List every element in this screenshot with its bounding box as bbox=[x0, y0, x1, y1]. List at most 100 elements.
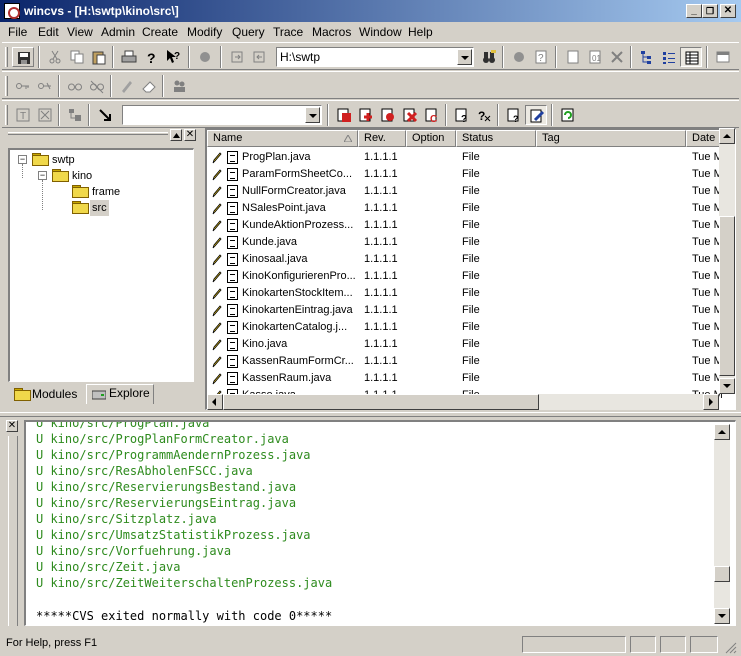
file-row[interactable]: Kino.java 1.1.1.1 File Tue M bbox=[207, 336, 723, 353]
stop-command-button[interactable] bbox=[508, 47, 530, 67]
editors-button[interactable] bbox=[168, 76, 190, 96]
folder-tree[interactable]: − swtp − kino frame src bbox=[8, 148, 194, 382]
menu-window[interactable]: Window bbox=[359, 25, 402, 39]
expand-toggle-kino[interactable]: − bbox=[38, 171, 47, 180]
menu-query[interactable]: Query bbox=[232, 25, 265, 39]
column-header-rev[interactable]: Rev. bbox=[358, 130, 406, 147]
toolbar-grip[interactable] bbox=[5, 76, 8, 96]
file-list[interactable]: Name Rev. Option Status Tag Date ProgPla… bbox=[205, 128, 736, 410]
output-console[interactable]: U kino/src/ProgPlan.java U kino/src/Prog… bbox=[24, 420, 736, 626]
tree-item-swtp[interactable]: swtp bbox=[52, 152, 75, 168]
title-bar[interactable]: wincvs - [H:\swtp\kino\src\] _ ❐ ✕ bbox=[0, 0, 741, 22]
login-button[interactable] bbox=[12, 76, 34, 96]
file-row[interactable]: KinokartenStockItem... 1.1.1.1 File Tue M bbox=[207, 285, 723, 302]
context-help-button[interactable]: ? bbox=[162, 47, 184, 67]
file-row[interactable]: NSalesPoint.java 1.1.1.1 File Tue M bbox=[207, 200, 723, 217]
save-button[interactable] bbox=[12, 47, 34, 67]
toolbar-grip[interactable] bbox=[5, 47, 8, 67]
reload-button[interactable] bbox=[226, 47, 248, 67]
horizontal-splitter[interactable] bbox=[0, 412, 741, 417]
column-header-option[interactable]: Option bbox=[406, 130, 456, 147]
edit-button[interactable] bbox=[116, 76, 138, 96]
scroll-up-button[interactable] bbox=[714, 424, 730, 440]
stop-button[interactable] bbox=[194, 47, 216, 67]
tag-arrow-button[interactable] bbox=[94, 105, 116, 125]
menu-modify[interactable]: Modify bbox=[187, 25, 222, 39]
menu-macros[interactable]: Macros bbox=[312, 25, 351, 39]
file-row[interactable]: Kinosaal.java 1.1.1.1 File Tue M bbox=[207, 251, 723, 268]
watch-on-button[interactable] bbox=[64, 76, 86, 96]
scroll-down-button[interactable] bbox=[719, 378, 735, 394]
tree-view-button[interactable] bbox=[636, 47, 658, 67]
show-unknown-button[interactable]: ? bbox=[451, 105, 473, 125]
file-row[interactable]: KassenRaumFormCr... 1.1.1.1 File Tue M bbox=[207, 353, 723, 370]
remove-button[interactable] bbox=[606, 47, 628, 67]
unedit-button[interactable] bbox=[138, 76, 160, 96]
copy-button[interactable] bbox=[66, 47, 88, 67]
window-button[interactable] bbox=[712, 47, 734, 67]
expand-toggle-swtp[interactable]: − bbox=[18, 155, 27, 164]
scroll-down-button[interactable] bbox=[714, 608, 730, 624]
refresh-button[interactable] bbox=[557, 105, 579, 125]
menu-create[interactable]: Create bbox=[142, 25, 178, 39]
menu-help[interactable]: Help bbox=[408, 25, 433, 39]
restore-button[interactable]: ❐ bbox=[702, 4, 718, 18]
add-binary-button[interactable]: 01 bbox=[584, 47, 606, 67]
pane-grip[interactable] bbox=[8, 132, 168, 135]
tab-explore[interactable]: Explore bbox=[86, 384, 154, 404]
help-button[interactable]: ? bbox=[140, 47, 162, 67]
column-header-name[interactable]: Name bbox=[207, 130, 358, 147]
tree-item-frame[interactable]: frame bbox=[92, 184, 120, 200]
file-row[interactable]: KinokartenEintrag.java 1.1.1.1 File Tue M bbox=[207, 302, 723, 319]
file-row[interactable]: ParamFormSheetCo... 1.1.1.1 File Tue M bbox=[207, 166, 723, 183]
chevron-down-icon[interactable] bbox=[305, 107, 320, 123]
file-row[interactable]: KassenRaum.java 1.1.1.1 File Tue M bbox=[207, 370, 723, 387]
filter-removed-button[interactable] bbox=[399, 105, 421, 125]
browse-location-button[interactable] bbox=[478, 47, 500, 67]
menu-file[interactable]: File bbox=[8, 25, 27, 39]
logout-button[interactable] bbox=[34, 76, 56, 96]
show-missing-button[interactable]: ? bbox=[473, 105, 495, 125]
pane-close-button[interactable]: ✕ bbox=[184, 129, 196, 141]
text-mode-button[interactable]: T bbox=[12, 105, 34, 125]
file-row[interactable]: Kunde.java 1.1.1.1 File Tue M bbox=[207, 234, 723, 251]
list-view-button[interactable] bbox=[658, 47, 680, 67]
pane-maximize-button[interactable] bbox=[170, 129, 182, 141]
watch-off-button[interactable] bbox=[86, 76, 108, 96]
recursive-button[interactable] bbox=[525, 105, 547, 125]
filter-modified-button[interactable] bbox=[333, 105, 355, 125]
menu-edit[interactable]: Edit bbox=[38, 25, 59, 39]
scroll-left-button[interactable] bbox=[207, 394, 223, 410]
file-row[interactable]: KinoKonfigurierenPro... 1.1.1.1 File Tue M bbox=[207, 268, 723, 285]
chevron-down-icon[interactable] bbox=[457, 49, 472, 65]
path-combo[interactable]: H:\swtp bbox=[276, 47, 474, 67]
browse-button[interactable] bbox=[248, 47, 270, 67]
paste-button[interactable] bbox=[88, 47, 110, 67]
hscroll-thumb[interactable] bbox=[223, 394, 539, 410]
menu-trace[interactable]: Trace bbox=[273, 25, 303, 39]
filter-added-button[interactable] bbox=[377, 105, 399, 125]
print-button[interactable] bbox=[118, 47, 140, 67]
scroll-right-button[interactable] bbox=[703, 394, 719, 410]
tab-modules[interactable]: Modules bbox=[10, 386, 86, 404]
details-view-button[interactable] bbox=[680, 47, 702, 67]
binary-mode-button[interactable] bbox=[34, 105, 56, 125]
output-vertical-scrollbar[interactable] bbox=[714, 424, 730, 624]
scroll-up-button[interactable] bbox=[719, 128, 735, 144]
list-horizontal-scrollbar[interactable] bbox=[207, 394, 719, 410]
add-file-button[interactable] bbox=[562, 47, 584, 67]
resize-grip-icon[interactable] bbox=[724, 641, 737, 654]
filter-combo[interactable] bbox=[122, 105, 322, 125]
file-row[interactable]: KundeAktionProzess... 1.1.1.1 File Tue M bbox=[207, 217, 723, 234]
column-header-tag[interactable]: Tag bbox=[536, 130, 686, 147]
output-grip[interactable] bbox=[8, 436, 18, 626]
app-icon[interactable] bbox=[4, 3, 20, 19]
menu-view[interactable]: View bbox=[67, 25, 93, 39]
toolbar-grip[interactable] bbox=[5, 105, 8, 125]
scroll-thumb[interactable] bbox=[719, 216, 735, 376]
list-vertical-scrollbar[interactable] bbox=[719, 128, 735, 394]
filter-conflict-button[interactable]: C bbox=[421, 105, 443, 125]
filter-changed-button[interactable] bbox=[355, 105, 377, 125]
menu-admin[interactable]: Admin bbox=[101, 25, 135, 39]
tree-item-kino[interactable]: kino bbox=[72, 168, 92, 184]
